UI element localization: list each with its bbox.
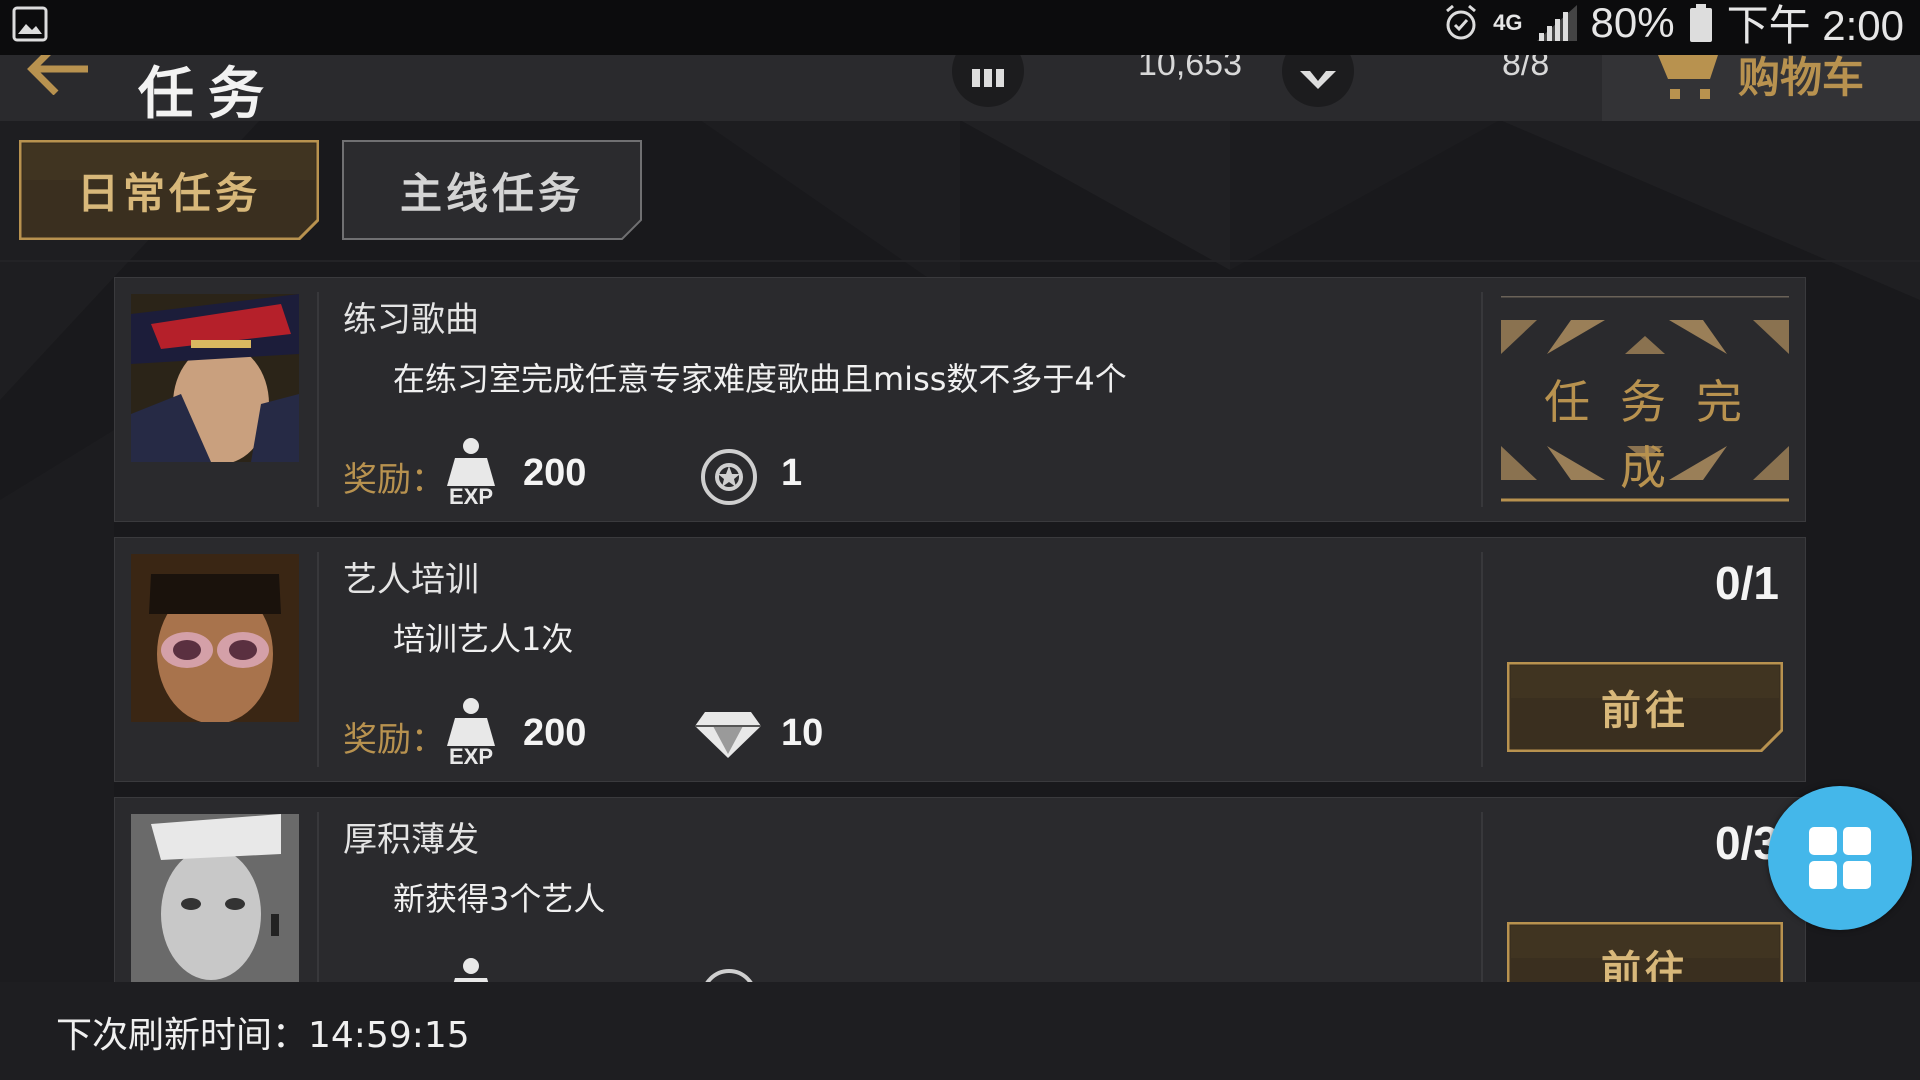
tab-daily-tasks[interactable]: 日常任务 — [19, 140, 319, 240]
go-button-label: 前往 — [1601, 688, 1689, 734]
footer-bar: 下次刷新时间：14:59:15 — [0, 982, 1920, 1080]
divider — [317, 292, 319, 507]
reward-label: 奖励： — [343, 972, 445, 982]
artist-avatar — [131, 294, 299, 462]
tab-label: 日常任务 — [76, 168, 261, 218]
shopping-cart-button[interactable]: 购物车 — [1602, 55, 1920, 121]
go-button[interactable]: 前往 — [1507, 922, 1783, 982]
status-bar: 4G 80% 下午 2:00 — [0, 0, 1920, 55]
task-complete-stamp: 任务完成 — [1501, 294, 1789, 502]
medal-icon — [705, 969, 753, 982]
task-description: 培训艺人1次 — [393, 620, 574, 658]
diamond-icon — [695, 712, 761, 758]
medal-value: 1 — [781, 452, 803, 494]
artist-avatar — [131, 554, 299, 722]
alarm-icon — [1446, 4, 1477, 39]
currency-value: 10,653 — [1138, 55, 1242, 83]
stamina-icon[interactable] — [1282, 55, 1354, 107]
exp-icon — [453, 958, 489, 982]
task-card: 练习歌曲 在练习室完成任意专家难度歌曲且miss数不多于4个 奖励： EXP 2… — [114, 277, 1806, 522]
page-title: 任务 — [138, 62, 278, 121]
refresh-timer: 下次刷新时间：14:59:15 — [56, 1015, 470, 1056]
clock: 下午 2:00 — [1726, 2, 1904, 49]
exp-value: 200 — [523, 452, 587, 494]
header-bar: 任务 10,653 8/8 购物车 — [0, 55, 1920, 121]
exp-value: 200 — [523, 712, 587, 754]
medal-icon — [701, 449, 757, 505]
divider — [1481, 552, 1483, 767]
stamina-value: 8/8 — [1502, 55, 1550, 83]
go-button[interactable]: 前往 — [1507, 662, 1783, 752]
reward-label: 奖励： — [343, 460, 445, 500]
task-description: 在练习室完成任意专家难度歌曲且miss数不多于4个 — [393, 360, 1127, 398]
exp-icon: EXP — [447, 698, 495, 768]
exp-icon: EXP — [447, 438, 495, 508]
task-list[interactable]: 练习歌曲 在练习室完成任意专家难度歌曲且miss数不多于4个 奖励： EXP 2… — [114, 277, 1806, 982]
task-description: 新获得3个艺人 — [393, 880, 606, 918]
task-progress: 0/1 — [1715, 557, 1779, 609]
task-title: 练习歌曲 — [343, 300, 479, 340]
divider — [1481, 812, 1483, 982]
tab-label: 主线任务 — [399, 168, 584, 218]
task-status: 任务完成 — [1544, 375, 1772, 495]
gallery-icon — [12, 6, 48, 42]
signal-icon — [1536, 4, 1577, 41]
divider — [317, 552, 319, 767]
cart-icon — [1658, 55, 1718, 99]
divider — [317, 812, 319, 982]
diamond-value: 10 — [781, 712, 824, 754]
go-button-label: 前往 — [1601, 948, 1689, 982]
task-title: 厚积薄发 — [343, 820, 479, 860]
svg-text:EXP: EXP — [449, 744, 493, 768]
tab-main-tasks[interactable]: 主线任务 — [342, 140, 642, 240]
divider — [1481, 292, 1483, 507]
task-title: 艺人培训 — [343, 560, 479, 600]
grid-menu-icon — [1809, 827, 1871, 889]
svg-text:EXP: EXP — [449, 484, 493, 508]
task-card: 厚积薄发 新获得3个艺人 奖励： 0/3 前往 — [114, 797, 1806, 982]
reward-label: 奖励： — [343, 720, 445, 760]
artist-avatar — [131, 814, 299, 982]
battery-icon — [1689, 3, 1712, 42]
cart-label: 购物车 — [1738, 55, 1865, 102]
gold-bars-icon[interactable] — [952, 55, 1024, 107]
floating-menu-button[interactable] — [1768, 786, 1912, 930]
battery-percent: 80% — [1590, 0, 1675, 46]
task-card: 艺人培训 培训艺人1次 奖励： EXP 200 10 0/1 前往 — [114, 537, 1806, 782]
network-type: 4G — [1493, 9, 1523, 35]
back-arrow-icon[interactable] — [22, 55, 94, 95]
